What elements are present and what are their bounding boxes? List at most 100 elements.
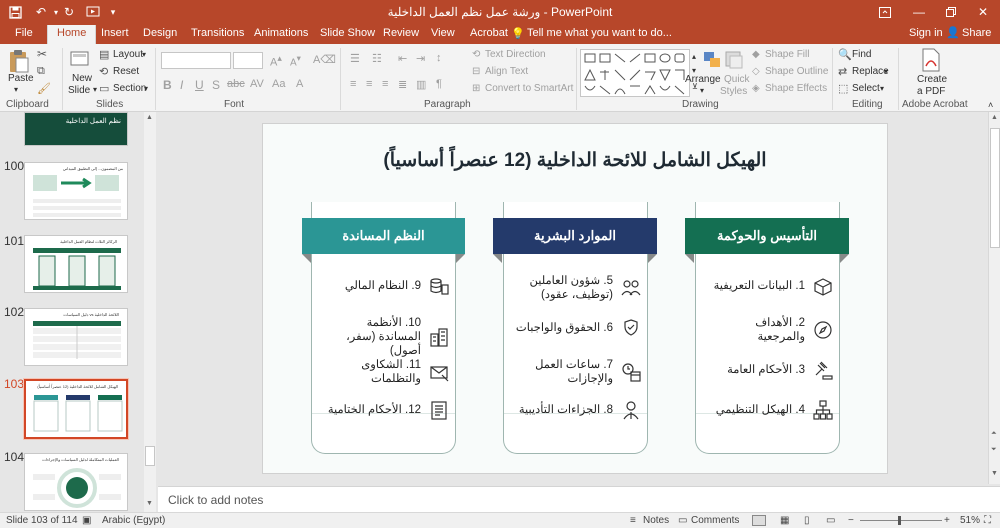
- list-item[interactable]: 1. البيانات التعريفية: [707, 274, 835, 298]
- align-right-icon[interactable]: ≡: [382, 78, 388, 90]
- zoom-out-icon[interactable]: −: [848, 515, 854, 526]
- list-item[interactable]: 8. الجزاءات التأديبية: [515, 398, 643, 422]
- scroll-down-icon[interactable]: ▼: [146, 500, 153, 507]
- slide-canvas[interactable]: الهيكل الشامل للائحة الداخلية (12 عنصراً…: [262, 123, 888, 474]
- slide-thumbnail[interactable]: الركائز الثلاث لنظام العمل الداخلية: [24, 235, 128, 293]
- layout-button[interactable]: Layout: [113, 49, 143, 60]
- normal-view-icon[interactable]: [752, 515, 766, 526]
- slide-title[interactable]: الهيكل الشامل للائحة الداخلية (12 عنصراً…: [263, 149, 887, 172]
- zoom-slider[interactable]: [860, 516, 942, 525]
- cut-icon[interactable]: ✂: [37, 47, 47, 61]
- line-spacing-icon[interactable]: ↕: [436, 52, 442, 64]
- comments-button[interactable]: Comments: [691, 515, 739, 526]
- columns-icon[interactable]: ▥: [416, 78, 426, 91]
- shapes-gallery[interactable]: [580, 49, 690, 97]
- slide-thumbnail[interactable]: اللائحة الداخلية vs دليل السياسات: [24, 308, 128, 366]
- tab-slideshow[interactable]: Slide Show: [320, 27, 375, 39]
- bold-icon[interactable]: B: [163, 78, 172, 92]
- tab-insert[interactable]: Insert: [101, 27, 129, 39]
- zoom-in-icon[interactable]: +: [944, 515, 950, 526]
- select-button[interactable]: Select: [852, 83, 880, 94]
- slide-thumbnail[interactable]: العمليات المتكاملة لدليل السياسات والإجر…: [24, 453, 128, 511]
- clear-format-icon[interactable]: A⌫: [313, 53, 336, 66]
- slide-thumbnail[interactable]: الهيكل الشامل للائحة الداخلية (12 عنصراً…: [24, 379, 128, 439]
- prev-slide-icon[interactable]: ⏶: [991, 430, 997, 438]
- list-item[interactable]: 11. الشكاوى والتظلمات: [323, 358, 451, 386]
- column-heading[interactable]: الموارد البشرية: [534, 228, 616, 244]
- new-slide-label-2[interactable]: Slide: [68, 85, 90, 96]
- tab-view[interactable]: View: [431, 27, 455, 39]
- increase-indent-icon[interactable]: ⇥: [416, 52, 425, 65]
- column-heading[interactable]: النظم المساندة: [342, 228, 424, 244]
- notes-placeholder[interactable]: Click to add notes: [168, 493, 263, 507]
- next-slide-icon[interactable]: ⏷: [991, 446, 997, 454]
- list-item[interactable]: 4. الهيكل التنظيمي: [707, 398, 835, 422]
- new-slide-dropdown-icon[interactable]: ▾: [93, 85, 97, 94]
- notes-button[interactable]: Notes: [643, 515, 669, 526]
- scroll-up-icon[interactable]: ▲: [146, 114, 153, 121]
- shape-fill-button[interactable]: Shape Fill: [765, 49, 809, 60]
- slide-sorter-icon[interactable]: ▦: [780, 515, 789, 526]
- arrange-button[interactable]: Arrange: [685, 74, 721, 85]
- list-item[interactable]: 6. الحقوق والواجبات: [515, 316, 643, 340]
- ribbon-options-icon[interactable]: [870, 0, 900, 24]
- list-item[interactable]: 12. الأحكام الختامية: [323, 398, 451, 422]
- paste-dropdown-icon[interactable]: ▾: [14, 85, 18, 94]
- slide-thumbnail[interactable]: نظم العمل الداخلية: [24, 112, 128, 146]
- new-slide-label[interactable]: New: [72, 73, 92, 84]
- shrink-font-icon[interactable]: A▾: [290, 53, 301, 68]
- char-spacing-icon[interactable]: AV: [250, 78, 264, 90]
- reset-button[interactable]: Reset: [113, 66, 139, 77]
- find-button[interactable]: Find: [852, 49, 871, 60]
- justify-icon[interactable]: ≣: [398, 78, 407, 91]
- thumbnail-scroll-thumb[interactable]: [145, 446, 155, 466]
- tab-animations[interactable]: Animations: [254, 27, 308, 39]
- shapes-scroll-up-icon[interactable]: ▴: [692, 52, 696, 61]
- select-dropdown-icon[interactable]: ▾: [880, 84, 884, 93]
- tab-design[interactable]: Design: [143, 27, 177, 39]
- list-item[interactable]: 7. ساعات العمل والإجازات: [515, 358, 643, 386]
- slideshow-icon[interactable]: ▭: [826, 515, 835, 526]
- font-name-field[interactable]: [161, 52, 231, 69]
- change-case-icon[interactable]: Aa: [272, 78, 285, 90]
- thumbnail-scrollbar[interactable]: ▲ ▼: [144, 112, 156, 512]
- share-button[interactable]: Share: [962, 27, 991, 39]
- shape-outline-button[interactable]: Shape Outline: [765, 66, 828, 77]
- arrange-icon[interactable]: [702, 50, 722, 75]
- list-item[interactable]: 9. النظام المالي: [323, 274, 451, 298]
- slide-thumbnail[interactable]: من المضمون... إلى التطبيق الميداني: [24, 162, 128, 220]
- decrease-indent-icon[interactable]: ⇤: [398, 52, 407, 65]
- copy-icon[interactable]: ⧉: [37, 65, 45, 78]
- list-item[interactable]: 3. الأحكام العامة: [707, 358, 835, 382]
- create-pdf-icon[interactable]: [921, 48, 941, 75]
- rtl-icon[interactable]: ¶: [436, 78, 442, 90]
- bullets-icon[interactable]: ☰: [350, 52, 360, 65]
- slide-scroll-thumb[interactable]: [990, 128, 1000, 248]
- tell-me-input[interactable]: Tell me what you want to do...: [527, 27, 672, 39]
- reading-view-icon[interactable]: ▯: [804, 515, 810, 526]
- section-button[interactable]: Section: [113, 83, 146, 94]
- italic-icon[interactable]: I: [180, 78, 183, 92]
- tab-review[interactable]: Review: [383, 27, 419, 39]
- scroll-down-icon[interactable]: ▼: [991, 470, 998, 477]
- zoom-slider-thumb[interactable]: [898, 516, 901, 525]
- notes-pane[interactable]: Click to add notes: [158, 486, 1000, 512]
- section-dropdown-icon[interactable]: ▾: [144, 84, 148, 93]
- new-slide-icon[interactable]: [70, 49, 90, 72]
- maximize-icon[interactable]: [936, 0, 966, 24]
- tab-file[interactable]: File: [15, 27, 33, 39]
- shape-effects-button[interactable]: Shape Effects: [765, 83, 827, 94]
- fit-slide-icon[interactable]: ⛶: [984, 515, 991, 526]
- list-item[interactable]: 5. شؤون العاملين (توظيف، عقود): [515, 274, 643, 302]
- column-heading[interactable]: التأسيس والحوكمة: [717, 228, 817, 244]
- collapse-ribbon-icon[interactable]: ˄: [988, 100, 993, 110]
- slide-scrollbar[interactable]: ▲ ⏶ ⏷ ▼: [988, 112, 1000, 484]
- list-item[interactable]: 10. الأنظمة المساندة (سفر، أصول): [323, 316, 451, 358]
- format-painter-icon[interactable]: 🖌: [37, 82, 51, 95]
- list-item[interactable]: 2. الأهداف والمرجعية: [707, 316, 835, 344]
- convert-smartart-button[interactable]: Convert to SmartArt: [485, 83, 573, 94]
- quick-styles-label[interactable]: Quick: [724, 74, 750, 85]
- replace-dropdown-icon[interactable]: ▾: [884, 67, 888, 76]
- scroll-up-icon[interactable]: ▲: [991, 114, 998, 121]
- tab-acrobat[interactable]: Acrobat: [470, 27, 508, 39]
